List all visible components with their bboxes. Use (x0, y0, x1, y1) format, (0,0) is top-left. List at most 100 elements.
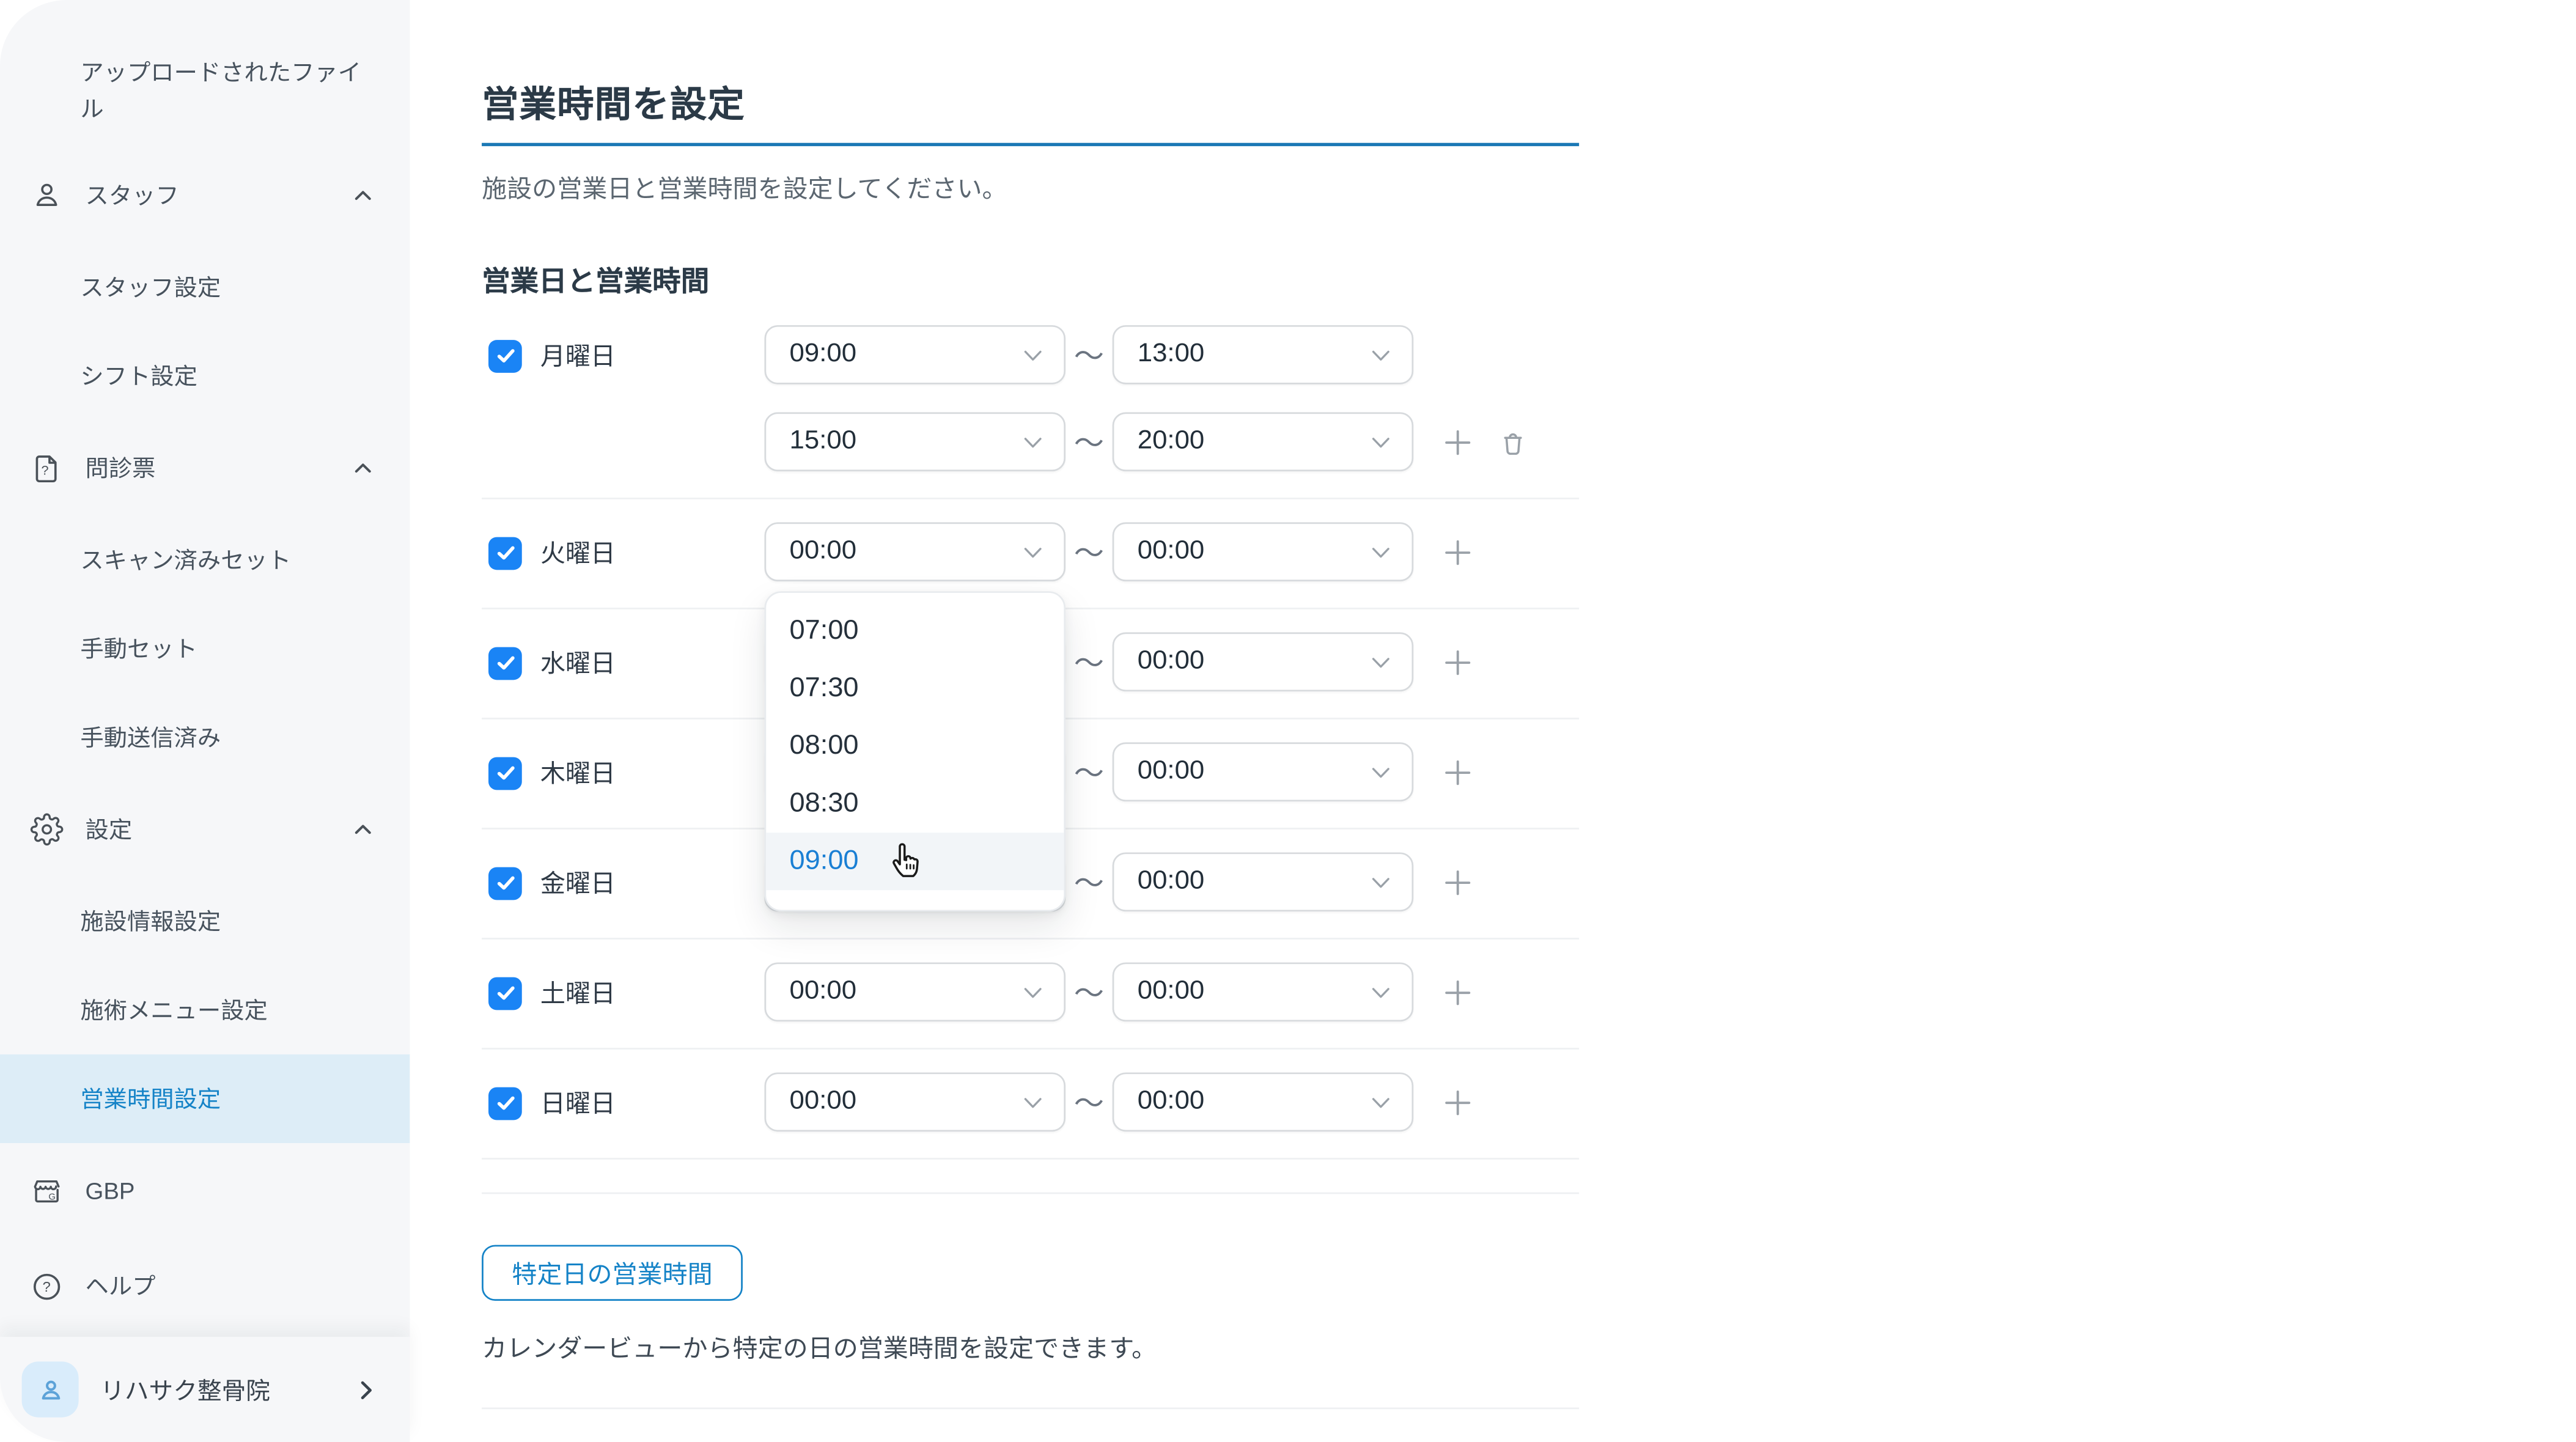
add-range-button[interactable] (1443, 978, 1472, 1006)
sidebar-item-manual-set[interactable]: 手動セット (0, 605, 410, 693)
chevron-down-icon (1368, 870, 1393, 894)
dropdown-option[interactable]: 07:30 (766, 660, 1064, 718)
start-time-select[interactable]: 00:00 (765, 962, 1066, 1021)
time-options-dropdown: 07:0007:3008:0008:3009:00 (765, 591, 1066, 911)
dropdown-option[interactable]: 07:00 (766, 603, 1064, 660)
sidebar-item-label: GBP (86, 1177, 135, 1204)
sidebar-item-business-hours-settings[interactable]: 営業時間設定 (0, 1054, 410, 1143)
sidebar-item-label: シフト設定 (80, 359, 197, 392)
chevron-up-icon (350, 455, 377, 481)
chevron-down-icon (1368, 1090, 1393, 1114)
end-time-select[interactable]: 00:00 (1113, 852, 1414, 911)
day-label: 火曜日 (540, 535, 616, 570)
section-heading: 営業日と営業時間 (482, 258, 709, 299)
range-actions (1443, 978, 1472, 1006)
chevron-down-icon (1368, 342, 1393, 367)
add-range-button[interactable] (1443, 1088, 1472, 1116)
end-time-select[interactable]: 13:00 (1113, 325, 1414, 384)
chevron-down-icon (1020, 1090, 1045, 1114)
time-range-row: 00:00 〜 00:00 (765, 962, 1580, 1021)
sidebar-item-label: 手動送信済み (80, 721, 221, 754)
day-checkbox[interactable]: 月曜日 (488, 338, 616, 372)
page-title: 営業時間を設定 (482, 76, 745, 128)
day-checkbox[interactable]: 土曜日 (488, 976, 616, 1010)
end-time-select[interactable]: 20:00 (1113, 412, 1414, 471)
end-time-value: 00:00 (1138, 537, 1205, 567)
sidebar-item-questionnaire[interactable]: ?問診票 (0, 421, 410, 516)
start-time-select[interactable]: 00:00 (765, 522, 1066, 581)
start-time-value: 00:00 (790, 537, 857, 567)
sidebar-item-gbp[interactable]: GGBP (0, 1143, 410, 1238)
dropdown-option[interactable]: 08:30 (766, 775, 1064, 833)
day-checkbox[interactable]: 木曜日 (488, 756, 616, 790)
sidebar-item-label: スタッフ (86, 179, 179, 212)
sidebar-item-treatment-menu-settings[interactable]: 施術メニュー設定 (0, 966, 410, 1054)
sidebar-item-label: 手動セット (80, 632, 197, 665)
day-label: 木曜日 (540, 756, 616, 790)
sidebar-item-help[interactable]: ?ヘルプ (0, 1238, 410, 1334)
dropdown-option[interactable]: 09:00 (766, 833, 1064, 890)
sidebar-item-facility-info-settings[interactable]: 施設情報設定 (0, 877, 410, 966)
start-time-value: 00:00 (790, 1087, 857, 1117)
dropdown-option[interactable]: 08:00 (766, 718, 1064, 775)
day-checkbox[interactable]: 水曜日 (488, 646, 616, 680)
range-separator: 〜 (1065, 531, 1113, 573)
sidebar-item-settings[interactable]: 設定 (0, 782, 410, 877)
svg-text:?: ? (41, 463, 48, 478)
checkbox-checked[interactable] (488, 339, 522, 372)
sidebar-item-staff-settings[interactable]: スタッフ設定 (0, 243, 410, 332)
day-checkbox[interactable]: 金曜日 (488, 866, 616, 900)
day-checkbox[interactable]: 火曜日 (488, 535, 616, 570)
add-range-button[interactable] (1443, 758, 1472, 786)
checkbox-checked[interactable] (488, 646, 522, 679)
checkbox-checked[interactable] (488, 866, 522, 899)
range-actions (1443, 426, 1529, 457)
start-time-select[interactable]: 00:00 (765, 1072, 1066, 1131)
sidebar-item-shift-settings[interactable]: シフト設定 (0, 332, 410, 421)
special-day-hours-button[interactable]: 特定日の営業時間 (482, 1245, 743, 1301)
range-actions (1443, 1088, 1472, 1116)
day-label: 水曜日 (540, 646, 616, 680)
end-time-value: 00:00 (1138, 757, 1205, 787)
clinic-switcher[interactable]: リハサク整骨院 (0, 1337, 410, 1442)
end-time-select[interactable]: 00:00 (1113, 522, 1414, 581)
checkbox-checked[interactable] (488, 756, 522, 789)
questionnaire-icon: ? (30, 452, 64, 485)
range-separator: 〜 (1065, 1081, 1113, 1124)
end-time-value: 00:00 (1138, 977, 1205, 1007)
add-range-button[interactable] (1443, 648, 1472, 676)
add-range-button[interactable] (1443, 868, 1472, 896)
section-divider (482, 1193, 1579, 1194)
sidebar-item-staff[interactable]: スタッフ (0, 148, 410, 243)
end-time-value: 20:00 (1138, 427, 1205, 457)
sidebar-item-manual-sent[interactable]: 手動送信済み (0, 693, 410, 782)
time-range-row: 09:00 〜 13:00 (765, 325, 1580, 384)
chevron-down-icon (1368, 980, 1393, 1004)
end-time-select[interactable]: 00:00 (1113, 632, 1414, 691)
clinic-avatar (22, 1361, 79, 1417)
end-time-select[interactable]: 00:00 (1113, 1072, 1414, 1131)
add-range-button[interactable] (1443, 428, 1472, 456)
sidebar-item-scanned-set[interactable]: スキャン済みセット (0, 516, 410, 605)
checkbox-checked[interactable] (488, 1086, 522, 1119)
sidebar: アップロードされたファイルスタッフスタッフ設定シフト設定 ?問診票スキャン済みセッ… (0, 0, 410, 1442)
checkbox-checked[interactable] (488, 976, 522, 1009)
start-time-select[interactable]: 09:00 (765, 325, 1066, 384)
checkbox-checked[interactable] (488, 536, 522, 569)
chevron-down-icon (1368, 540, 1393, 564)
page-subtitle: 施設の営業日と営業時間を設定してください。 (482, 171, 1007, 205)
range-separator: 〜 (1065, 971, 1113, 1013)
sidebar-item-label: アップロードされたファイル (80, 54, 376, 127)
time-range-row: 00:00 〜 00:00 (765, 1072, 1580, 1131)
sidebar-item-uploaded-files[interactable]: アップロードされたファイル (0, 33, 410, 148)
end-time-select[interactable]: 00:00 (1113, 742, 1414, 801)
start-time-select[interactable]: 15:00 (765, 412, 1066, 471)
end-time-select[interactable]: 00:00 (1113, 962, 1414, 1021)
person-icon (30, 179, 64, 212)
day-checkbox[interactable]: 日曜日 (488, 1086, 616, 1120)
add-range-button[interactable] (1443, 538, 1472, 566)
range-actions (1443, 538, 1472, 566)
day-row: 日曜日 00:00 〜 00:00 (482, 1050, 1579, 1160)
person-icon (36, 1375, 65, 1403)
delete-range-button[interactable] (1497, 426, 1529, 457)
